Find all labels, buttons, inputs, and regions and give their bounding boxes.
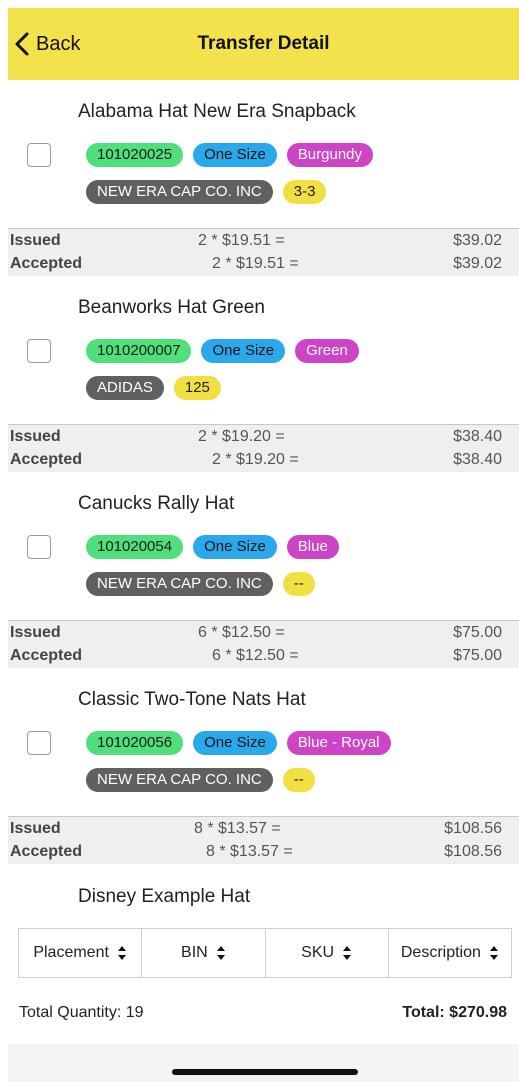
accepted-label: Accepted xyxy=(10,843,83,860)
brand-tag: NEW ERA CAP CO. INC xyxy=(86,572,273,596)
sku-tag: 101020025 xyxy=(86,143,184,167)
home-indicator[interactable] xyxy=(172,1069,358,1075)
item-checkbox[interactable] xyxy=(27,339,51,363)
issued-amount: $39.02 xyxy=(453,232,502,249)
sort-updown-icon xyxy=(489,946,498,960)
accepted-amount: $108.56 xyxy=(444,843,502,860)
column-header-description[interactable]: Description xyxy=(389,929,511,977)
size-tag: One Size xyxy=(193,731,277,755)
accepted-amount: $75.00 xyxy=(453,647,502,664)
issued-label: Issued xyxy=(10,428,61,445)
issued-label: Issued xyxy=(10,232,61,249)
sort-updown-icon xyxy=(216,946,225,960)
accepted-calc: 8 * $13.57 = xyxy=(206,843,293,860)
color-tag: Burgundy xyxy=(286,143,374,167)
nav-header: Back Transfer Detail xyxy=(8,8,519,80)
column-header-placement[interactable]: Placement xyxy=(19,929,143,977)
item-name: Canucks Rally Hat xyxy=(78,493,235,514)
item-name: Classic Two-Tone Nats Hat xyxy=(78,689,306,710)
list-item: Disney Example Hat xyxy=(8,866,519,922)
accepted-amount: $39.02 xyxy=(453,255,502,272)
issued-label: Issued xyxy=(10,820,61,837)
issued-calc: 2 * $19.51 = xyxy=(198,232,285,249)
accepted-calc: 2 * $19.51 = xyxy=(212,255,299,272)
qty-tag: -- xyxy=(282,768,315,792)
total-quantity: Total Quantity: 19 xyxy=(19,1004,144,1021)
accepted-label: Accepted xyxy=(10,255,83,272)
list-item: Classic Two-Tone Nats Hat 101020056 One … xyxy=(8,668,519,816)
sku-tag: 101020056 xyxy=(86,731,184,755)
column-label: BIN xyxy=(181,944,208,961)
accepted-amount: $38.40 xyxy=(453,451,502,468)
issued-calc: 6 * $12.50 = xyxy=(198,624,285,641)
size-tag: One Size xyxy=(201,339,286,363)
item-summary: Issued 8 * $13.57 = $108.56 Accepted 8 *… xyxy=(8,816,519,864)
issued-amount: $38.40 xyxy=(453,428,502,445)
item-name: Alabama Hat New Era Snapback xyxy=(78,101,356,122)
column-label: SKU xyxy=(301,944,335,961)
totals-bar: Total Quantity: 19 Total: $270.98 xyxy=(19,1004,507,1022)
issued-calc: 2 * $19.20 = xyxy=(198,428,285,445)
item-tags: 101020056 One Size Blue - Royal NEW ERA … xyxy=(86,730,506,804)
item-tags: 101020025 One Size Burgundy NEW ERA CAP … xyxy=(86,142,506,216)
color-tag: Blue - Royal xyxy=(286,731,391,755)
item-summary: Issued 2 * $19.20 = $38.40 Accepted 2 * … xyxy=(8,424,519,472)
issued-amount: $108.56 xyxy=(444,820,502,837)
total-amount: Total: $270.98 xyxy=(402,1004,507,1021)
item-summary: Issued 2 * $19.51 = $39.02 Accepted 2 * … xyxy=(8,228,519,276)
list-item: Canucks Rally Hat 101020054 One Size Blu… xyxy=(8,472,519,620)
qty-tag: -- xyxy=(282,572,315,596)
column-header-sku[interactable]: SKU xyxy=(266,929,389,977)
list-item: Alabama Hat New Era Snapback 101020025 O… xyxy=(8,80,519,228)
sort-updown-icon xyxy=(117,946,126,960)
color-tag: Blue xyxy=(286,535,339,559)
brand-tag: ADIDAS xyxy=(86,376,164,400)
sku-tag: 1010200007 xyxy=(86,339,192,363)
size-tag: One Size xyxy=(193,535,277,559)
color-tag: Green xyxy=(295,339,359,363)
column-header-bin[interactable]: BIN xyxy=(142,929,266,977)
item-checkbox[interactable] xyxy=(27,731,51,755)
brand-tag: NEW ERA CAP CO. INC xyxy=(86,768,273,792)
brand-tag: NEW ERA CAP CO. INC xyxy=(86,180,273,204)
issued-label: Issued xyxy=(10,624,61,641)
column-label: Placement xyxy=(33,944,109,961)
qty-tag: 125 xyxy=(173,376,221,400)
sort-updown-icon xyxy=(343,946,352,960)
issued-calc: 8 * $13.57 = xyxy=(194,820,281,837)
accepted-calc: 6 * $12.50 = xyxy=(212,647,299,664)
chevron-left-icon xyxy=(15,32,29,56)
accepted-label: Accepted xyxy=(10,451,83,468)
qty-tag: 3-3 xyxy=(282,180,327,204)
accepted-calc: 2 * $19.20 = xyxy=(212,451,299,468)
page-title: Transfer Detail xyxy=(197,33,330,54)
item-checkbox[interactable] xyxy=(27,143,51,167)
item-tags: 1010200007 One Size Green ADIDAS 125 xyxy=(86,338,506,412)
back-button[interactable]: Back xyxy=(14,32,80,56)
list-item: Beanworks Hat Green 1010200007 One Size … xyxy=(8,276,519,424)
size-tag: One Size xyxy=(193,143,277,167)
sort-table-header: Placement BIN SKU Description xyxy=(18,928,512,978)
item-tags: 101020054 One Size Blue NEW ERA CAP CO. … xyxy=(86,534,506,608)
sku-tag: 101020054 xyxy=(86,535,184,559)
issued-amount: $75.00 xyxy=(453,624,502,641)
item-summary: Issued 6 * $12.50 = $75.00 Accepted 6 * … xyxy=(8,620,519,668)
item-checkbox[interactable] xyxy=(27,535,51,559)
item-name: Disney Example Hat xyxy=(78,886,251,907)
accepted-label: Accepted xyxy=(10,647,83,664)
transfer-item-list: Alabama Hat New Era Snapback 101020025 O… xyxy=(8,80,519,864)
column-label: Description xyxy=(400,944,481,961)
item-name: Beanworks Hat Green xyxy=(78,297,265,318)
back-label: Back xyxy=(36,32,81,55)
bottom-safe-area xyxy=(8,1044,519,1082)
